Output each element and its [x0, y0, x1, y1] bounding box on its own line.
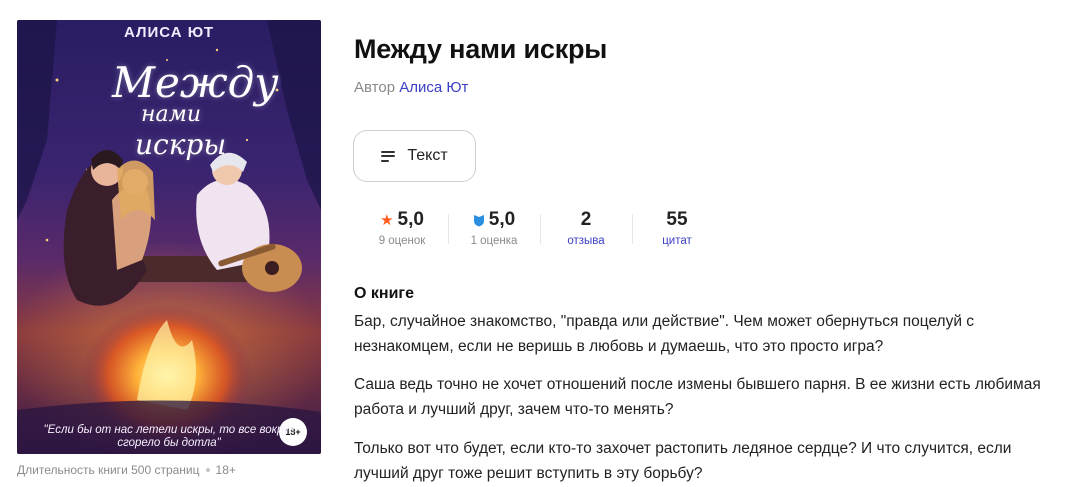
author-link[interactable]: Алиса Ют [399, 79, 468, 96]
cover-title-line1: Между [112, 58, 279, 107]
stat-quotes-label[interactable]: цитат [662, 235, 692, 247]
stat-quotes-value: 55 [666, 209, 688, 230]
stats-bar: ★ 5,0 9 оценок 5,0 1 оценка 2 отзыва 55 … [356, 209, 722, 247]
book-meta: Длительность книги 500 страниц 18+ [17, 463, 236, 477]
stat-rating-alt-value: 5,0 [488, 209, 516, 230]
stat-quotes[interactable]: 55 цитат [632, 209, 722, 247]
format-label: Текст [407, 147, 448, 164]
about-paragraph: Бар, случайное знакомство, "правда или д… [354, 313, 975, 355]
stat-rating[interactable]: ★ 5,0 9 оценок [356, 209, 448, 247]
format-text-button[interactable]: Текст [353, 130, 476, 182]
stat-rating-value-row: ★ 5,0 [380, 209, 424, 231]
duration-text: Длительность книги 500 страниц [17, 463, 200, 477]
book-cover[interactable]: АЛИСА ЮТ Между нами искры 18+ "Если бы о… [17, 20, 321, 454]
cover-quote: "Если бы от нас летели искры, то все вок… [43, 424, 295, 449]
stat-rating-alt-value-row: 5,0 [473, 209, 515, 231]
stat-reviews-label[interactable]: отзыва [567, 235, 604, 247]
stat-rating-alt[interactable]: 5,0 1 оценка [448, 209, 540, 247]
about-paragraph: Саша ведь точно не хочет отношений после… [354, 376, 1041, 418]
text-lines-icon [381, 150, 396, 162]
author-line: Автор Алиса Ют [354, 79, 468, 96]
page-title: Между нами искры [354, 34, 608, 64]
author-prefix: Автор [354, 79, 396, 96]
shield-icon [473, 214, 484, 226]
separator-dot [205, 468, 210, 472]
star-icon: ★ [380, 212, 394, 229]
cover-author-text: АЛИСА ЮТ [123, 24, 215, 41]
cover-title-line2: нами [141, 102, 202, 127]
stat-reviews-value: 2 [580, 209, 592, 230]
age-rating: 18+ [215, 463, 236, 477]
stat-rating-label: 9 оценок [378, 235, 426, 247]
stat-rating-alt-label: 1 оценка [470, 235, 518, 247]
cover-title-line3: искры [135, 128, 227, 161]
stat-rating-value: 5,0 [397, 209, 424, 230]
about-heading: О книге [354, 285, 414, 302]
stat-reviews[interactable]: 2 отзыва [540, 209, 632, 247]
about-paragraph: Только вот что будет, если кто-то захоче… [354, 440, 1012, 482]
